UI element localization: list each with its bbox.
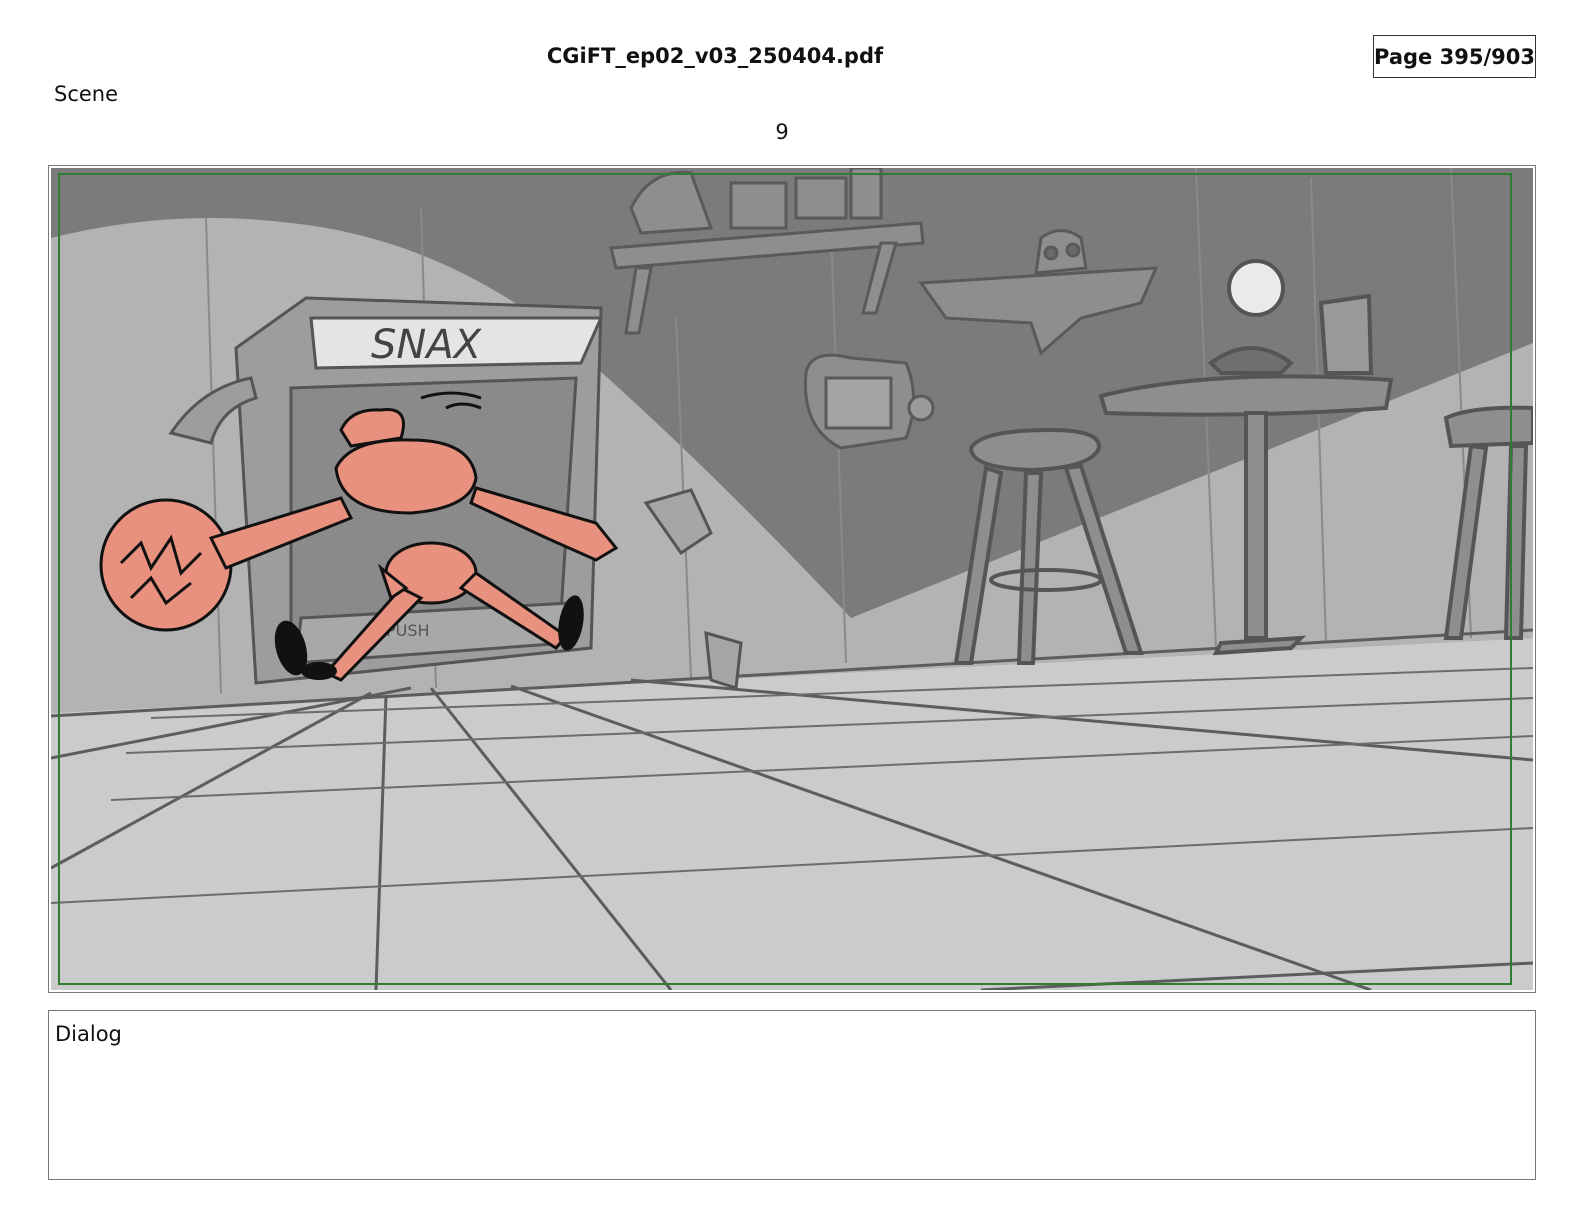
scene-label: Scene	[54, 82, 119, 106]
storyboard-panel: SNAX PUSH	[48, 165, 1536, 993]
page-indicator: Page 395/903	[1373, 35, 1536, 78]
document-title: CGiFT_ep02_v03_250404.pdf	[546, 44, 884, 68]
scene-number: 9	[775, 120, 789, 144]
storyboard-drawing: SNAX PUSH	[51, 168, 1533, 990]
dialog-label: Dialog	[55, 1022, 122, 1046]
sign-text: SNAX	[371, 322, 483, 368]
dialog-box: Dialog	[48, 1010, 1536, 1180]
